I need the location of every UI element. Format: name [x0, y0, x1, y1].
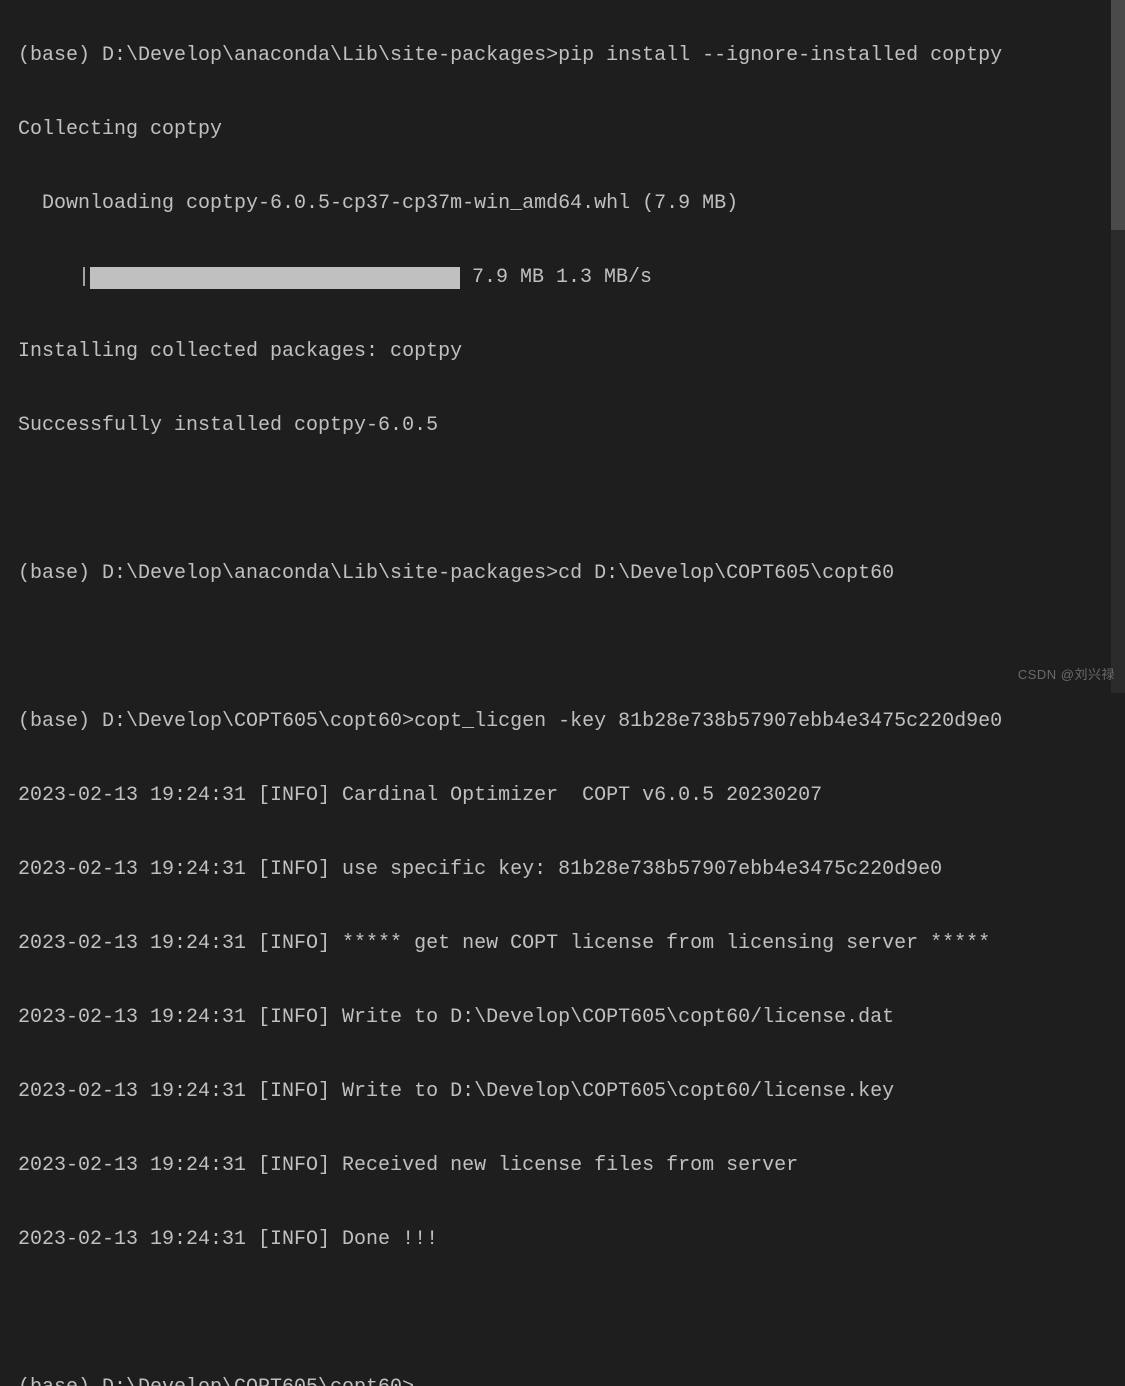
- log-line: 2023-02-13 19:24:31 [INFO] Done !!!: [18, 1221, 1107, 1258]
- output-line: Downloading coptpy-6.0.5-cp37-cp37m-win_…: [18, 185, 1107, 222]
- scrollbar-thumb[interactable]: [1111, 0, 1125, 230]
- log-line: 2023-02-13 19:24:31 [INFO] Received new …: [18, 1147, 1107, 1184]
- log-line: 2023-02-13 19:24:31 [INFO] Write to D:\D…: [18, 999, 1107, 1036]
- progress-pipe: |: [78, 259, 90, 296]
- scrollbar-track[interactable]: [1111, 0, 1125, 693]
- command: pip install --ignore-installed coptpy: [558, 44, 1002, 67]
- progress-stats: 7.9 MB 1.3 MB/s: [460, 259, 652, 296]
- prompt: (base) D:\Develop\anaconda\Lib\site-pack…: [18, 562, 558, 585]
- log-line: 2023-02-13 19:24:31 [INFO] Cardinal Opti…: [18, 777, 1107, 814]
- command: copt_licgen -key 81b28e738b57907ebb4e347…: [414, 710, 1002, 733]
- blank-line: [18, 1295, 1107, 1332]
- blank-line: [18, 481, 1107, 518]
- command: cd D:\Develop\COPT605\copt60: [558, 562, 894, 585]
- terminal-output[interactable]: (base) D:\Develop\anaconda\Lib\site-pack…: [0, 0, 1125, 1386]
- log-line: 2023-02-13 19:24:31 [INFO] Write to D:\D…: [18, 1073, 1107, 1110]
- prompt: (base) D:\Develop\COPT605\copt60>: [18, 710, 414, 733]
- prompt-line-1: (base) D:\Develop\anaconda\Lib\site-pack…: [18, 37, 1107, 74]
- prompt-line-3: (base) D:\Develop\COPT605\copt60>copt_li…: [18, 703, 1107, 740]
- progress-bar: [90, 267, 460, 289]
- output-line: Successfully installed coptpy-6.0.5: [18, 407, 1107, 444]
- output-line: Installing collected packages: coptpy: [18, 333, 1107, 370]
- watermark: CSDN @刘兴禄: [1018, 663, 1115, 687]
- progress-line: | 7.9 MB 1.3 MB/s: [18, 259, 1107, 296]
- prompt: (base) D:\Develop\COPT605\copt60>: [18, 1376, 414, 1386]
- log-line: 2023-02-13 19:24:31 [INFO] use specific …: [18, 851, 1107, 888]
- output-line: Collecting coptpy: [18, 111, 1107, 148]
- prompt: (base) D:\Develop\anaconda\Lib\site-pack…: [18, 44, 558, 67]
- log-line: 2023-02-13 19:24:31 [INFO] ***** get new…: [18, 925, 1107, 962]
- blank-line: [18, 629, 1107, 666]
- prompt-line-4: (base) D:\Develop\COPT605\copt60>: [18, 1369, 1107, 1386]
- prompt-line-2: (base) D:\Develop\anaconda\Lib\site-pack…: [18, 555, 1107, 592]
